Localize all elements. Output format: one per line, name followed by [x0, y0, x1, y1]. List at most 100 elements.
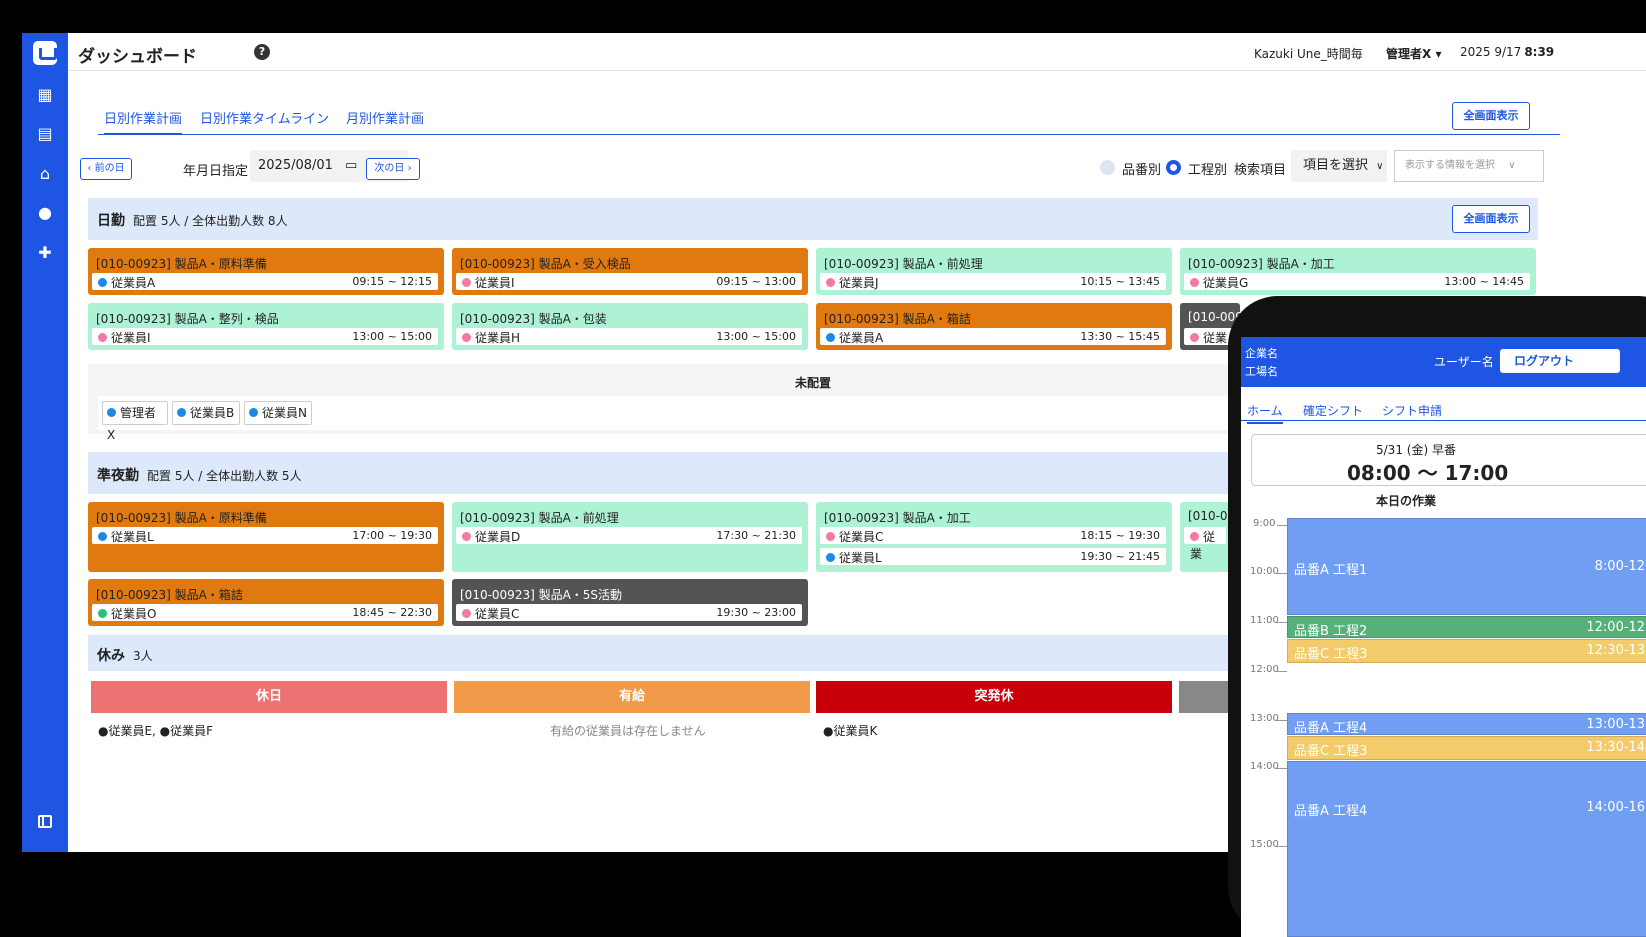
prev-day-button[interactable]: ‹ 前の日 — [80, 158, 132, 180]
sidebar-toggle-icon[interactable] — [38, 815, 52, 828]
phone-tab-confirmed-shift[interactable]: 確定シフト — [1303, 402, 1363, 419]
phone-tab-home[interactable]: ホーム — [1247, 402, 1283, 424]
worker-name: 従業員I — [98, 329, 151, 346]
task-card[interactable]: [010-00923] 製品A・箱詰 従業員A 13:30 ~ 15:45 — [816, 303, 1172, 350]
fullscreen-button[interactable]: 全画面表示 — [1452, 102, 1530, 130]
next-day-button[interactable]: 次の日 › — [366, 158, 420, 180]
task-card[interactable]: [010-00923] 製品A・前処理 従業員D 17:30 ~ 21:30 — [452, 502, 808, 572]
unassigned-chip[interactable]: 従業員N — [244, 401, 312, 425]
worker-time: 17:30 ~ 21:30 — [716, 529, 796, 542]
task-card[interactable]: [010-00923] 製品A・包装 従業員H 13:00 ~ 15:00 — [452, 303, 808, 350]
task-card[interactable]: [010-00923] 製品A・箱詰 従業員O 18:45 ~ 22:30 — [88, 579, 444, 626]
task-block[interactable]: 品番A 工程4 14:00-16:00 — [1287, 761, 1646, 937]
task-card[interactable]: [010-00923] 製品A・原料準備 従業員L 17:00 ~ 19:30 — [88, 502, 444, 572]
task-time: 8:00-12:00 — [1594, 559, 1646, 574]
task-card[interactable]: [010-00923] 製品A・受入検品 従業員I 09:15 ~ 13:00 — [452, 248, 808, 295]
page-title: ダッシュボード — [78, 47, 197, 67]
worker-time: 19:30 ~ 23:00 — [716, 606, 796, 619]
worker-row[interactable]: 従業員I 13:00 ~ 15:00 — [92, 328, 438, 345]
status-dot — [462, 333, 471, 342]
worker-time: 13:00 ~ 14:45 — [1444, 275, 1524, 288]
dashboard-icon[interactable]: ▦ — [34, 84, 56, 106]
tab-daily-timeline[interactable]: 日別作業タイムライン — [200, 108, 329, 133]
unassigned-chip[interactable]: 従業員B — [172, 401, 240, 425]
task-card[interactable]: [010-0 従業 — [1180, 502, 1230, 572]
radio-by-part[interactable] — [1100, 160, 1115, 175]
night-shift-title-text: 準夜勤 — [97, 468, 139, 484]
worker-row[interactable]: 従業 — [1184, 527, 1226, 561]
app-logo[interactable] — [33, 41, 57, 65]
worker-row[interactable]: 従業員D 17:30 ~ 21:30 — [456, 527, 802, 544]
worker-row[interactable]: 従業員A 13:30 ~ 15:45 — [820, 328, 1166, 345]
task-card[interactable]: [010-00923] 製品A・加工 従業員C 18:15 ~ 19:30 従業員L 1… — [816, 502, 1172, 572]
admin-label: 管理者X — [1386, 47, 1432, 61]
status-dot — [826, 333, 835, 342]
day-shift-fullscreen-button[interactable]: 全画面表示 — [1452, 205, 1530, 233]
task-block[interactable]: 品番A 工程1 8:00-12:00 — [1287, 518, 1646, 615]
admin-menu[interactable]: 管理者X ▾ — [1386, 45, 1441, 62]
current-time: 8:39 — [1524, 45, 1555, 59]
radio-by-process[interactable] — [1166, 160, 1181, 175]
task-card[interactable]: [010-00923] 製品A・前処理 従業員J 10:15 ~ 13:45 — [816, 248, 1172, 295]
calendar-icon[interactable]: ▭ — [345, 158, 357, 173]
worker-name: 従業員J — [826, 274, 879, 291]
phone-user-name: ユーザー名 — [1434, 355, 1494, 369]
factory-icon[interactable]: ⌂ — [34, 163, 56, 185]
worker-name: 従業員D — [462, 528, 520, 545]
worker-row[interactable]: 従業員L 17:00 ~ 19:30 — [92, 527, 438, 544]
task-label: 品番B 工程2 — [1294, 624, 1368, 639]
status-dot — [826, 532, 835, 541]
worker-name-text: 従業員L — [839, 551, 882, 565]
clock-icon[interactable]: ● — [34, 202, 56, 224]
task-card[interactable]: [010-00923] 製品A・加工 従業員G 13:00 ~ 14:45 — [1180, 248, 1536, 295]
task-block[interactable]: 品番C 工程3 12:30-13:00 — [1287, 639, 1646, 663]
task-time: 12:30-13:00 — [1586, 643, 1646, 658]
worker-name: 従業員A — [98, 274, 155, 291]
worker-time: 13:00 ~ 15:00 — [352, 330, 432, 343]
info-select[interactable]: 表示する情報を選択 ∨ — [1394, 150, 1544, 182]
worker-name-text: 従業 — [1203, 331, 1228, 345]
item-select-value: 項目を選択 — [1303, 158, 1369, 173]
puzzle-icon[interactable]: ✚ — [34, 242, 56, 264]
leave-sudden-header: 突発休 — [816, 681, 1172, 713]
radio-by-part-label: 品番別 — [1122, 163, 1162, 178]
worker-time: 17:00 ~ 19:30 — [352, 529, 432, 542]
help-icon[interactable]: ? — [254, 44, 270, 60]
worker-row[interactable]: 従業員O 18:45 ~ 22:30 — [92, 604, 438, 621]
logout-button[interactable]: ログアウト — [1500, 349, 1620, 373]
next-day-label: 次の日 — [374, 163, 405, 174]
item-select[interactable]: 項目を選択 ∨ — [1291, 150, 1387, 182]
task-card-title: [010-00923] 製品A・原料準備 — [96, 257, 267, 271]
worker-name: 従業 — [1190, 528, 1226, 562]
worker-row[interactable]: 従業員C 19:30 ~ 23:00 — [456, 604, 802, 621]
worker-row[interactable]: 従業員A 09:15 ~ 12:15 — [92, 273, 438, 290]
worker-row[interactable]: 従業員H 13:00 ~ 15:00 — [456, 328, 802, 345]
night-shift-title: 準夜勤 配置 5人 / 全体出勤人数 5人 — [97, 465, 302, 485]
night-shift-summary: 配置 5人 / 全体出勤人数 5人 — [147, 469, 302, 483]
task-card[interactable]: [010-00923] 製品A・5S活動 従業員C 19:30 ~ 23:00 — [452, 579, 808, 626]
task-label: 品番A 工程4 — [1294, 721, 1368, 736]
worker-row[interactable]: 従業員C 18:15 ~ 19:30 — [820, 527, 1166, 544]
task-block[interactable]: 品番A 工程4 13:00-13:30 — [1287, 713, 1646, 736]
worker-row[interactable]: 従業員I 09:15 ~ 13:00 — [456, 273, 802, 290]
hour-tick — [1277, 768, 1287, 769]
tab-monthly-plan[interactable]: 月別作業計画 — [346, 108, 424, 133]
hour-label: 11:00 — [1250, 615, 1279, 626]
phone-tab-shift-request[interactable]: シフト申請 — [1382, 402, 1442, 419]
worker-row[interactable]: 従業員J 10:15 ~ 13:45 — [820, 273, 1166, 290]
task-block[interactable]: 品番C 工程3 13:30-14:00 — [1287, 736, 1646, 760]
worker-time: 18:15 ~ 19:30 — [1080, 529, 1160, 542]
worker-row[interactable]: 従業員G 13:00 ~ 14:45 — [1184, 273, 1530, 290]
status-dot — [1190, 532, 1199, 541]
task-card[interactable]: [010-00923] 製品A・整列・検品 従業員I 13:00 ~ 15:00 — [88, 303, 444, 350]
document-icon[interactable]: ▤ — [34, 123, 56, 145]
tab-daily-plan[interactable]: 日別作業計画 — [104, 108, 183, 135]
hour-tick — [1277, 525, 1287, 526]
leave-paid-list: 有給の従業員は存在しません — [550, 724, 706, 738]
unassigned-chip[interactable]: 管理者X — [102, 401, 168, 442]
task-card[interactable]: [010-00923] 製品A・原料準備従業員A 09:15 ~ 12:15 — [88, 248, 444, 295]
tasks-label: 本日の作業 — [1376, 494, 1437, 508]
task-block[interactable]: 品番B 工程2 12:00-12:30 — [1287, 616, 1646, 639]
worker-row[interactable]: 従業員L 19:30 ~ 21:45 — [820, 548, 1166, 565]
leave-sudden-list: ●従業員K — [823, 724, 878, 738]
